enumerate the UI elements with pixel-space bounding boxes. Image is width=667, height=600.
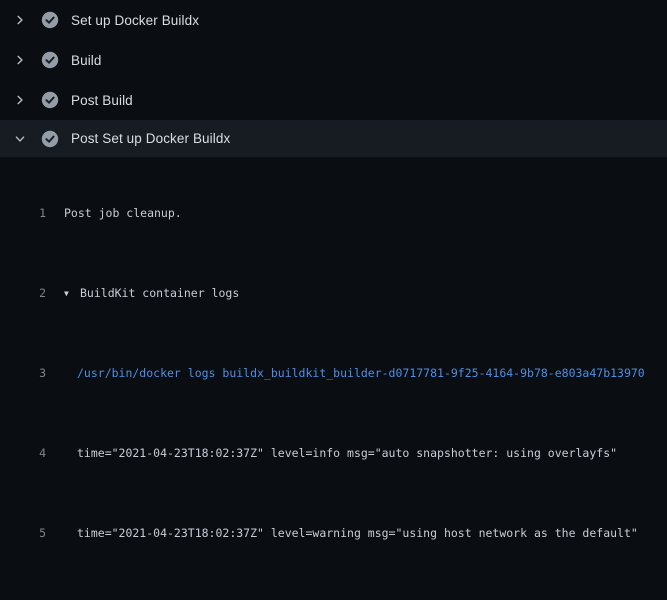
- chevron-right-icon[interactable]: [12, 52, 28, 68]
- log-line-text: time="2021-04-23T18:02:37Z" level=info m…: [46, 443, 617, 463]
- log-line: 2 ▼BuildKit container logs: [0, 283, 667, 303]
- log-line-text: time="2021-04-23T18:02:37Z" level=warnin…: [46, 523, 638, 543]
- log-line-text: /usr/bin/docker logs buildx_buildkit_bui…: [46, 363, 645, 383]
- step-row-post-setup-docker-buildx[interactable]: Post Set up Docker Buildx: [0, 120, 667, 157]
- chevron-right-icon[interactable]: [12, 12, 28, 28]
- line-number[interactable]: 3: [0, 363, 46, 383]
- log-content: 1 Post job cleanup. 2 ▼BuildKit containe…: [0, 157, 667, 600]
- log-group-toggle-icon[interactable]: ▼: [64, 284, 80, 303]
- check-circle-icon: [41, 11, 59, 29]
- steps-list: Set up Docker Buildx Build Post Build: [0, 0, 667, 157]
- step-row-setup-docker-buildx[interactable]: Set up Docker Buildx: [0, 0, 667, 40]
- log-line: 4 time="2021-04-23T18:02:37Z" level=info…: [0, 443, 667, 463]
- step-label: Build: [71, 53, 102, 68]
- line-number[interactable]: 4: [0, 443, 46, 463]
- step-label: Post Build: [71, 93, 133, 108]
- line-number[interactable]: 5: [0, 523, 46, 543]
- log-line: 5 time="2021-04-23T18:02:37Z" level=warn…: [0, 523, 667, 543]
- chevron-down-icon[interactable]: [12, 131, 28, 147]
- step-row-build[interactable]: Build: [0, 40, 667, 80]
- check-circle-icon: [41, 130, 59, 148]
- line-number[interactable]: 1: [0, 203, 46, 223]
- check-circle-icon: [41, 91, 59, 109]
- log-line-text: ▼BuildKit container logs: [46, 283, 239, 303]
- workflow-log-panel: Set up Docker Buildx Build Post Build: [0, 0, 667, 600]
- chevron-right-icon[interactable]: [12, 92, 28, 108]
- step-label: Post Set up Docker Buildx: [71, 131, 230, 146]
- step-row-post-build[interactable]: Post Build: [0, 80, 667, 120]
- log-line-text: Post job cleanup.: [46, 203, 182, 223]
- log-line: 1 Post job cleanup.: [0, 203, 667, 223]
- line-number[interactable]: 2: [0, 283, 46, 303]
- log-line: 3 /usr/bin/docker logs buildx_buildkit_b…: [0, 363, 667, 383]
- check-circle-icon: [41, 51, 59, 69]
- step-label: Set up Docker Buildx: [71, 13, 199, 28]
